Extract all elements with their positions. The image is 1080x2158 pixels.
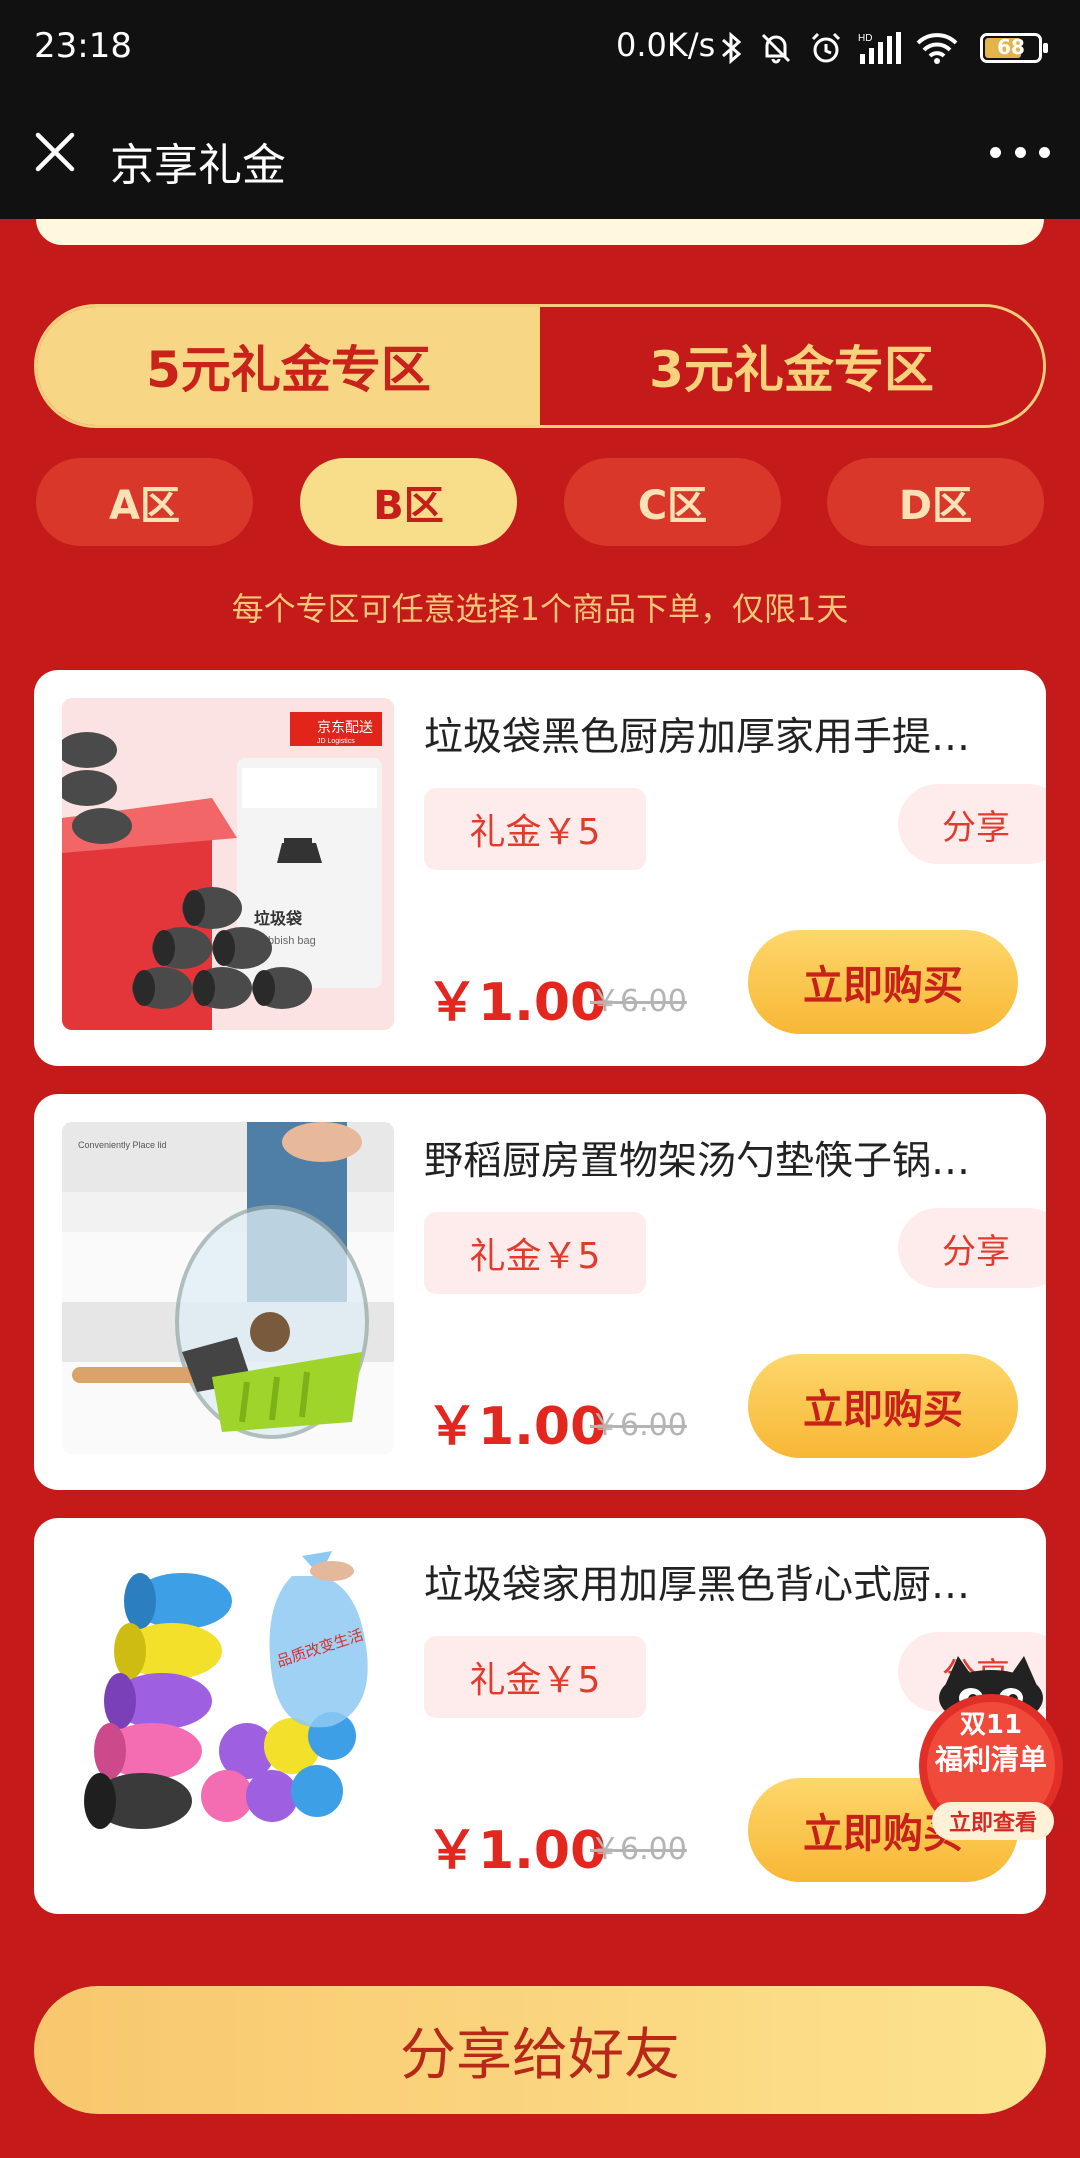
status-time: 23:18 bbox=[34, 26, 132, 66]
gift-money-badge: 礼金￥5 bbox=[424, 1636, 646, 1718]
promo-subtitle: 福利清单 bbox=[934, 1743, 1047, 1776]
battery-level: 68 bbox=[997, 35, 1025, 59]
product-price: ￥1.00 bbox=[426, 1821, 607, 1881]
tab-zone-a[interactable]: A区 bbox=[36, 458, 253, 546]
battery-icon: 68 bbox=[980, 33, 1048, 63]
svg-text:HD: HD bbox=[858, 33, 872, 44]
status-icons: HD 68 bbox=[720, 22, 1048, 74]
buy-now-button[interactable]: 立即购买 bbox=[748, 1354, 1018, 1458]
sub-zone-tabs: A区 B区 C区 D区 bbox=[36, 458, 1044, 546]
image-label: 垃圾袋 bbox=[254, 909, 303, 928]
product-title[interactable]: 垃圾袋黑色厨房加厚家用手提… bbox=[424, 706, 1024, 762]
tab-zone-d[interactable]: D区 bbox=[827, 458, 1044, 546]
wifi-icon bbox=[916, 31, 958, 65]
product-title[interactable]: 野稻厨房置物架汤勺垫筷子锅… bbox=[424, 1130, 1024, 1186]
banner-bottom-edge bbox=[36, 219, 1044, 245]
bluetooth-icon bbox=[720, 31, 744, 65]
gift-money-badge: 礼金￥5 bbox=[424, 788, 646, 870]
share-button[interactable]: 分享 bbox=[898, 784, 1046, 864]
product-price: ￥1.00 bbox=[426, 1397, 607, 1457]
zone-notice: 每个专区可任意选择1个商品下单，仅限1天 bbox=[231, 590, 849, 628]
product-card[interactable]: 品质改变生活 垃圾袋家用加厚黑色背心式厨… 礼金￥5 分享 ￥1.00 ￥6.0… bbox=[34, 1518, 1046, 1914]
page-title: 京享礼金 bbox=[110, 140, 286, 191]
product-image[interactable]: Conveniently Place lid bbox=[62, 1122, 394, 1454]
more-options-icon[interactable] bbox=[990, 137, 1050, 167]
jd-logistics-badge: 京东配送 bbox=[317, 720, 373, 736]
product-image[interactable]: 垃圾袋 Rubbish bag 京东配送 JD Logistics bbox=[62, 698, 394, 1030]
network-speed: 0.0K/s bbox=[616, 26, 716, 64]
tab-zone-b[interactable]: B区 bbox=[300, 458, 517, 546]
close-icon[interactable] bbox=[30, 127, 80, 177]
original-price: ￥6.00 bbox=[590, 1408, 687, 1443]
mute-bell-icon bbox=[758, 30, 794, 66]
signal-icon: HD bbox=[858, 30, 902, 66]
share-button[interactable]: 分享 bbox=[898, 1208, 1046, 1288]
product-card[interactable]: 垃圾袋 Rubbish bag 京东配送 JD Logistics 垃圾袋黑色厨… bbox=[34, 670, 1046, 1066]
image-caption: Conveniently Place lid bbox=[78, 1140, 167, 1150]
status-bar: 23:18 0.0K/s HD 68 bbox=[0, 0, 1080, 95]
product-price: ￥1.00 bbox=[426, 973, 607, 1033]
original-price: ￥6.00 bbox=[590, 1832, 687, 1867]
product-image[interactable]: 品质改变生活 bbox=[62, 1546, 394, 1878]
original-price: ￥6.00 bbox=[590, 984, 687, 1019]
product-title[interactable]: 垃圾袋家用加厚黑色背心式厨… bbox=[424, 1554, 1024, 1610]
alarm-icon bbox=[808, 30, 844, 66]
gift-money-badge: 礼金￥5 bbox=[424, 1212, 646, 1294]
tab-zone-c[interactable]: C区 bbox=[564, 458, 781, 546]
title-bar: 京享礼金 bbox=[0, 95, 1080, 219]
gift-zone-switch: 5元礼金专区 3元礼金专区 bbox=[34, 304, 1046, 428]
product-card[interactable]: Conveniently Place lid 野稻厨房置物架汤勺垫筷子锅… 礼金… bbox=[34, 1094, 1046, 1490]
buy-now-button[interactable]: 立即购买 bbox=[748, 930, 1018, 1034]
tab-5-yuan-zone[interactable]: 5元礼金专区 bbox=[37, 307, 540, 425]
promo-title: 双11 bbox=[959, 1710, 1023, 1740]
promo-view-button[interactable]: 立即查看 bbox=[932, 1802, 1054, 1840]
double11-promo-float[interactable]: 双11 福利清单 立即查看 bbox=[916, 1648, 1066, 1854]
tab-3-yuan-zone[interactable]: 3元礼金专区 bbox=[540, 307, 1043, 425]
jd-logistics-sub: JD Logistics bbox=[317, 738, 355, 745]
share-to-friends-button[interactable]: 分享给好友 bbox=[34, 1986, 1046, 2114]
